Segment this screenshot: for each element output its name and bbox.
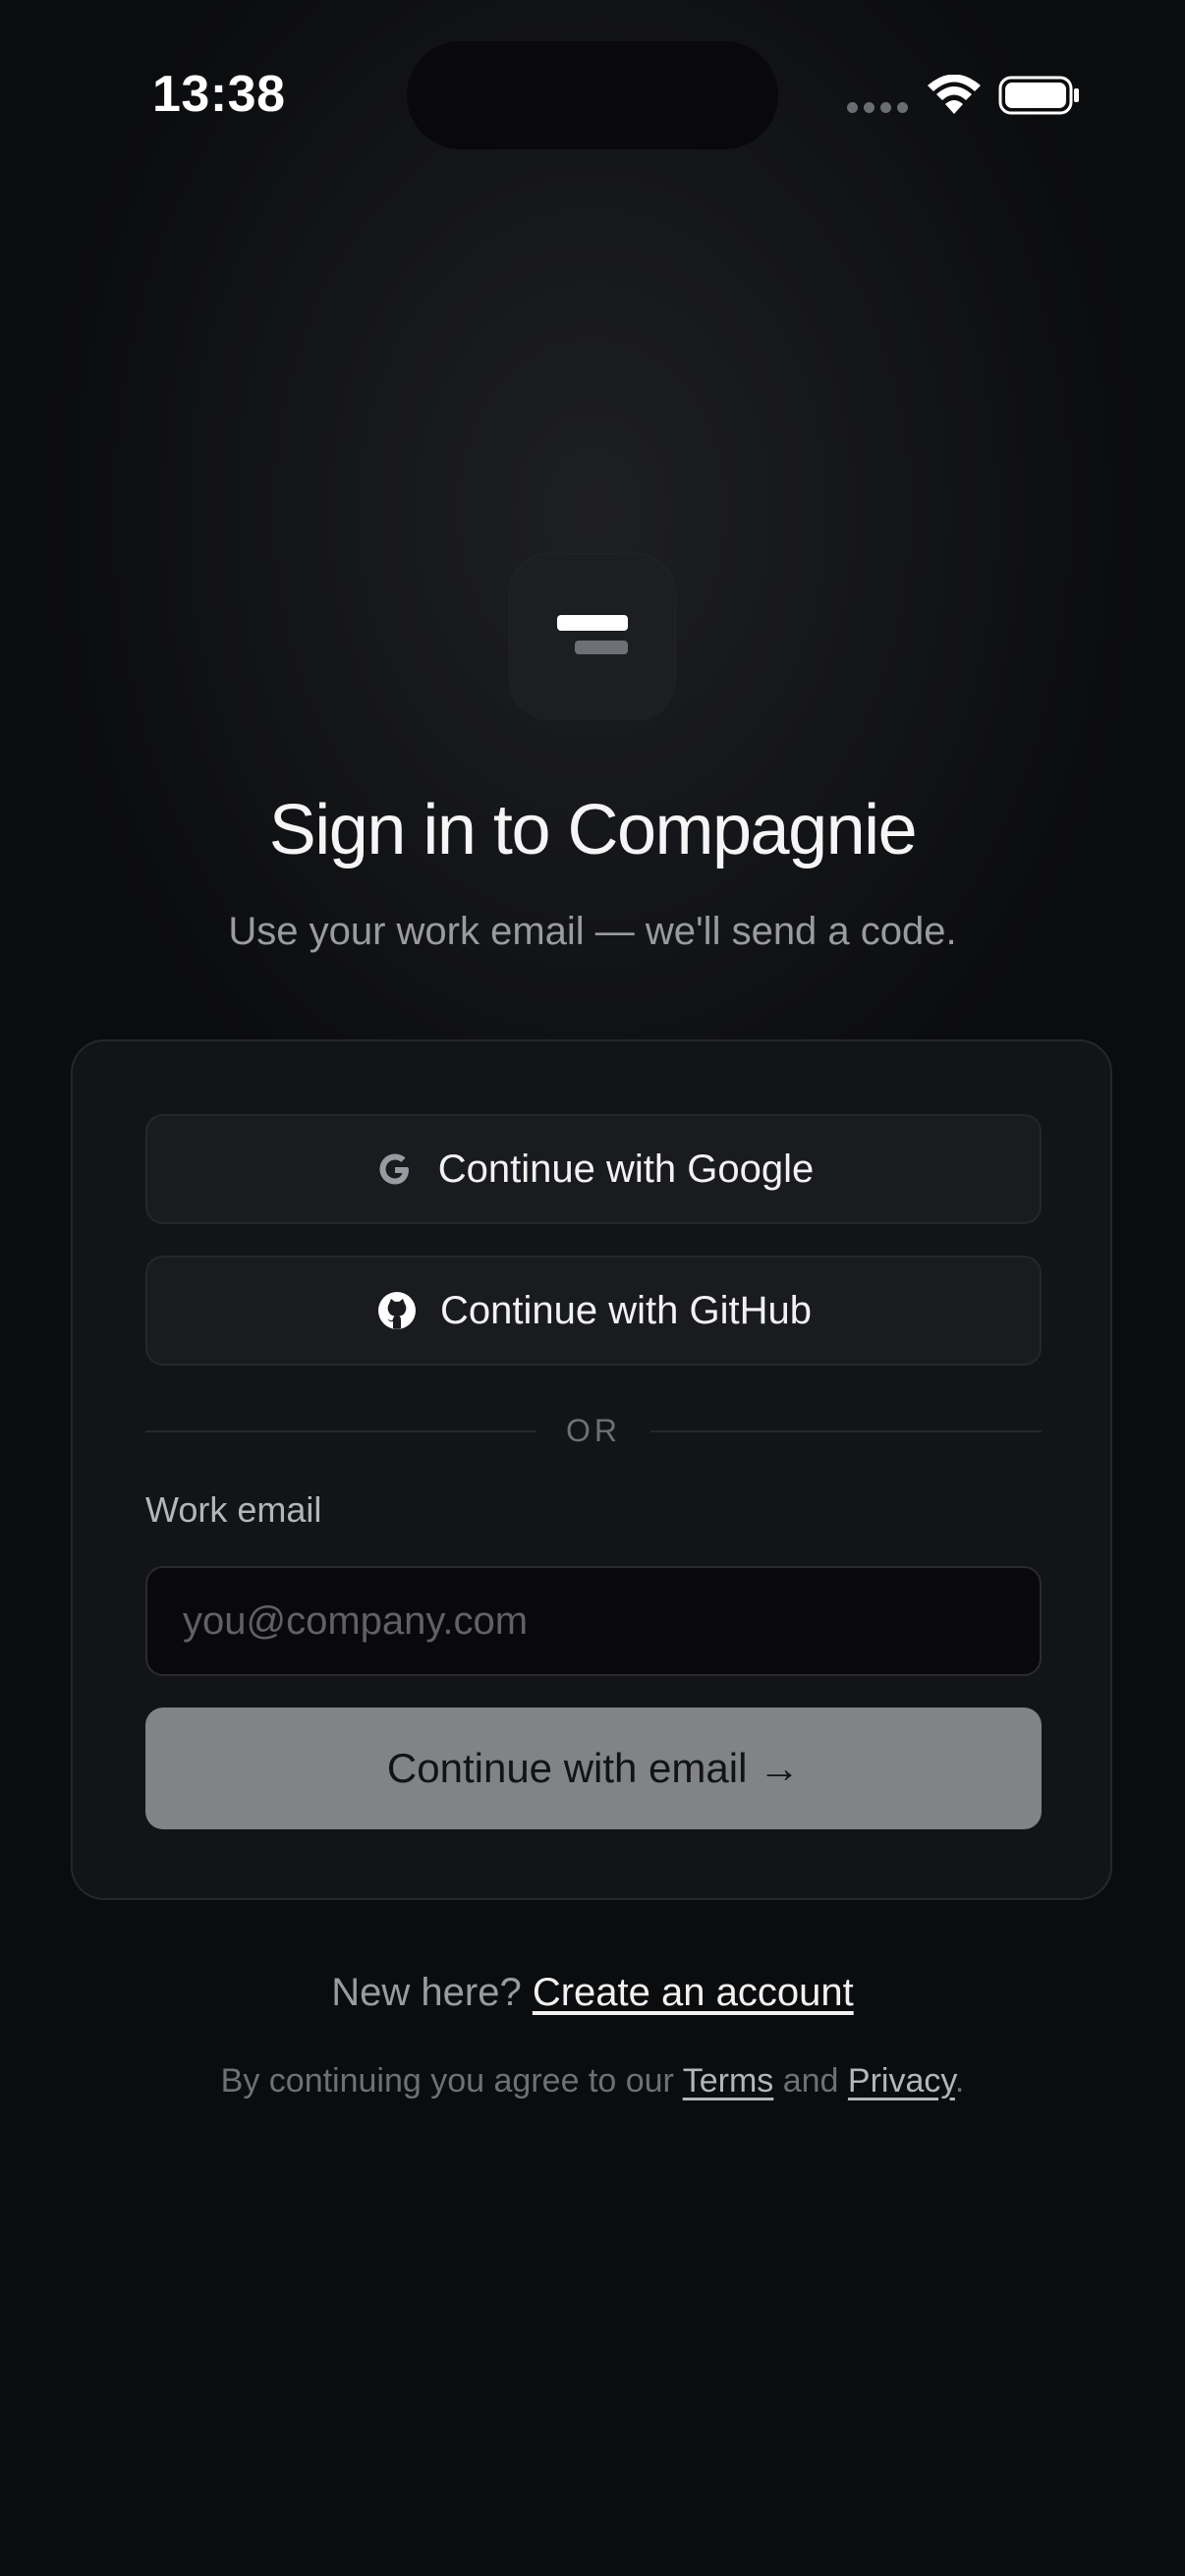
wifi-icon <box>928 75 981 114</box>
google-icon <box>379 1153 409 1185</box>
continue-with-email-button[interactable]: Continue with email → <box>145 1708 1042 1829</box>
status-time: 13:38 <box>152 66 286 123</box>
or-divider: OR <box>145 1411 1042 1450</box>
battery-icon <box>998 76 1079 115</box>
compagnie-logo-icon <box>510 554 675 719</box>
page-title: Sign in to Compagnie <box>268 791 918 869</box>
continue-with-google-button[interactable]: Continue with Google <box>145 1114 1042 1224</box>
create-account-link[interactable]: Create an account <box>533 1971 854 2014</box>
sign-in-card: Continue with Google Continue with GitHu… <box>71 1039 1112 1900</box>
work-email-input[interactable] <box>145 1566 1042 1676</box>
legal-notice: By continuing you agree to our Terms and… <box>0 2059 1185 2102</box>
work-email-label: Work email <box>145 1489 322 1530</box>
github-icon <box>378 1292 417 1329</box>
google-button-label: Continue with Google <box>437 1147 815 1191</box>
legal-and-text: and <box>782 2062 839 2100</box>
signup-prompt-text: New here? <box>331 1971 522 2014</box>
page-subtitle: Use your work email — we'll send a code. <box>228 910 957 953</box>
cellular-signal-icon <box>847 102 908 113</box>
continue-with-github-button[interactable]: Continue with GitHub <box>145 1256 1042 1366</box>
dynamic-island <box>407 41 778 149</box>
legal-prefix-text: By continuing you agree to our <box>220 2062 674 2100</box>
legal-suffix-text: . <box>954 2062 965 2100</box>
github-button-label: Continue with GitHub <box>440 1288 812 1332</box>
signup-prompt: New here? Create an account <box>0 1969 1185 2016</box>
or-label: OR <box>566 1413 621 1448</box>
privacy-link[interactable]: Privacy <box>848 2062 955 2100</box>
sign-in-screen: 13:38 Sign in to Compagnie Use your work… <box>0 0 1185 2576</box>
terms-link[interactable]: Terms <box>683 2062 774 2100</box>
